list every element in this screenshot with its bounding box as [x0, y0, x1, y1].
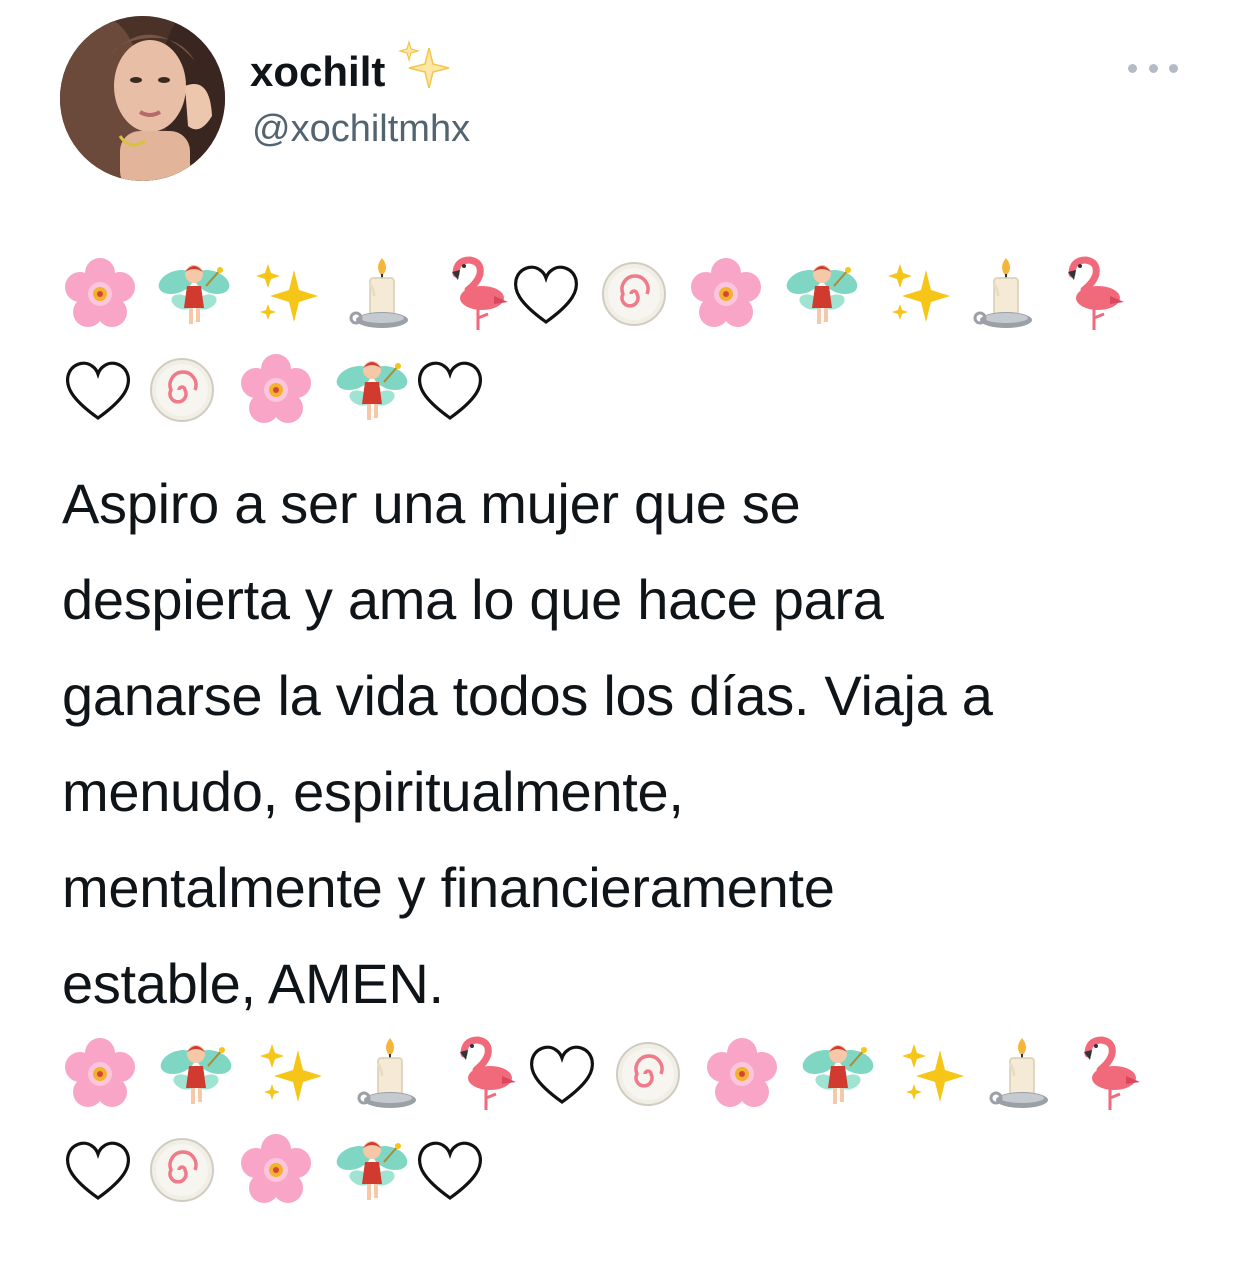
fairy-icon [800, 1036, 876, 1112]
fairy-icon [334, 352, 410, 428]
candle-icon [968, 256, 1044, 332]
tweet-text-line: Aspiro a ser una mujer que se [62, 472, 801, 535]
tweet-text: Aspiro a ser una mujer que se despierta … [62, 456, 1182, 1032]
cherry-blossom-icon [704, 1036, 780, 1112]
white-heart-icon [60, 1132, 136, 1208]
more-icon[interactable] [1128, 56, 1178, 80]
fish-cake-icon [610, 1036, 686, 1112]
sparkles-icon [254, 1036, 330, 1112]
tweet-text-line: estable, AMEN. [62, 952, 444, 1015]
fairy-icon [334, 1132, 410, 1208]
candle-icon [352, 1036, 428, 1112]
white-heart-icon [508, 256, 584, 332]
fairy-icon [784, 256, 860, 332]
white-heart-icon [524, 1036, 600, 1112]
candle-icon [984, 1036, 1060, 1112]
fairy-icon [156, 256, 232, 332]
sparkles-icon [896, 1036, 972, 1112]
display-name[interactable]: xochilt [250, 39, 453, 104]
more-dot [1169, 63, 1178, 73]
tweet-text-line: menudo, espiritualmente, [62, 760, 684, 823]
fairy-icon [158, 1036, 234, 1112]
cherry-blossom-icon [238, 352, 314, 428]
white-heart-icon [412, 1132, 488, 1208]
cherry-blossom-icon [238, 1132, 314, 1208]
cherry-blossom-icon [62, 1036, 138, 1112]
fish-cake-icon [144, 352, 220, 428]
fish-cake-icon [596, 256, 672, 332]
tweet-text-line: ganarse la vida todos los días. Viaja a [62, 664, 993, 727]
sparkles-icon [395, 39, 453, 104]
white-heart-icon [412, 352, 488, 428]
more-dot [1128, 63, 1137, 73]
flamingo-icon [1052, 256, 1128, 332]
handle[interactable]: @xochiltmhx [252, 104, 470, 154]
avatar[interactable] [60, 16, 225, 181]
sparkles-icon [250, 256, 326, 332]
tweet-text-line: mentalmente y financieramente [62, 856, 835, 919]
flamingo-icon [444, 1036, 520, 1112]
flamingo-icon [436, 256, 512, 332]
more-dot [1148, 63, 1158, 73]
sparkles-icon [882, 256, 958, 332]
flamingo-icon [1068, 1036, 1144, 1112]
tweet-text-line: despierta y ama lo que hace para [62, 568, 884, 631]
fish-cake-icon [144, 1132, 220, 1208]
display-name-text: xochilt [250, 48, 386, 95]
candle-icon [344, 256, 420, 332]
white-heart-icon [60, 352, 136, 428]
cherry-blossom-icon [62, 256, 138, 332]
cherry-blossom-icon [688, 256, 764, 332]
